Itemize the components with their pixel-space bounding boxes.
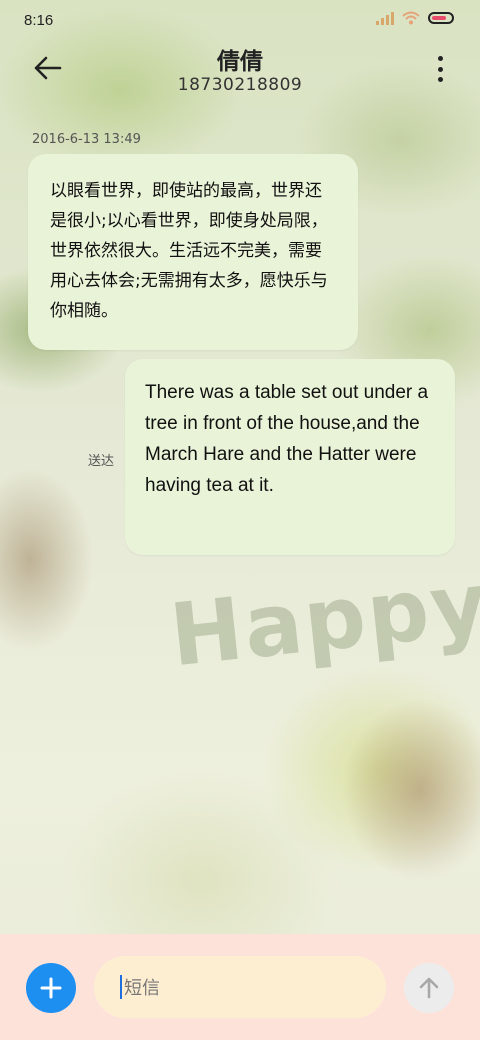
- message-timestamp: 2016-6-13 13:49: [32, 132, 141, 147]
- message-input[interactable]: 短信: [94, 956, 386, 1018]
- battery-icon: [428, 12, 454, 24]
- contact-name: 倩倩: [217, 49, 263, 75]
- outgoing-message-text: There was a table set out under a tree i…: [145, 382, 429, 496]
- text-cursor: [120, 975, 122, 999]
- contact-phone: 18730218809: [177, 75, 303, 95]
- wifi-icon: [402, 11, 420, 25]
- status-time: 8:16: [24, 11, 54, 29]
- status-bar: 8:16: [0, 0, 480, 40]
- send-button[interactable]: [404, 963, 454, 1013]
- add-attachment-button[interactable]: [26, 963, 76, 1013]
- incoming-message-bubble[interactable]: 以眼看世界，即使站的最高，世界还是很小;以心看世界，即使身处局限，世界依然很大。…: [28, 154, 358, 350]
- delivery-status: 送达: [88, 454, 115, 469]
- more-vert-icon[interactable]: [434, 56, 446, 82]
- signal-icon: [376, 11, 394, 25]
- conversation-header: 倩倩 18730218809: [0, 40, 480, 110]
- plus-icon: [40, 977, 62, 999]
- message-input-placeholder: 短信: [124, 978, 160, 999]
- incoming-message-text: 以眼看世界，即使站的最高，世界还是很小;以心看世界，即使身处局限，世界依然很大。…: [50, 181, 328, 321]
- send-arrow-icon: [419, 977, 439, 999]
- composer-bar: 短信: [0, 934, 480, 1040]
- outgoing-message-bubble[interactable]: There was a table set out under a tree i…: [125, 359, 455, 555]
